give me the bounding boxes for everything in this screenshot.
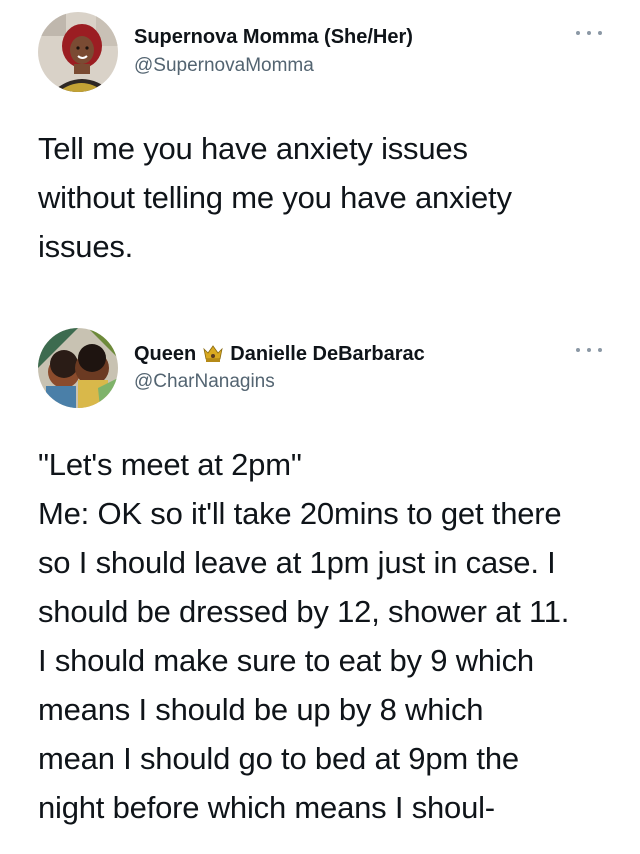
crown-emoji-icon: [202, 342, 224, 364]
avatar-image: [38, 12, 118, 92]
tweet-text-line: mean I should go to bed at 9pm the: [38, 741, 519, 776]
tweet-text-line: "Let's meet at 2pm": [38, 447, 302, 482]
handle[interactable]: @CharNanagins: [134, 370, 275, 394]
display-name-part2: Danielle DeBarbarac: [230, 343, 425, 365]
tweet-1: Supernova Momma (She/Her) @SupernovaMomm…: [0, 0, 640, 300]
tweet-text-line: so I should leave at 1pm just in case. I: [38, 545, 556, 580]
tweet-text-line: I should make sure to eat by 9 which: [38, 643, 534, 678]
avatar-supernova-momma[interactable]: [38, 12, 118, 92]
display-name[interactable]: Supernova Momma (She/Her): [134, 25, 413, 49]
display-name-part1: Queen: [134, 343, 197, 365]
avatar-charnanagins[interactable]: [38, 328, 118, 408]
display-name[interactable]: Queen Danielle DeBarbarac: [134, 342, 425, 366]
tweet-2: Queen Danielle DeBarbarac @CharNanagins "…: [0, 318, 640, 854]
tweet-text-line: means I should be up by 8 which: [38, 692, 484, 727]
tweet-text-line: issues.: [38, 229, 134, 264]
tweet-text-line: should be dressed by 12, shower at 11.: [38, 594, 570, 629]
avatar-image: [38, 328, 118, 408]
tweet-text-line: Me: OK so it'll take 20mins to get there: [38, 496, 562, 531]
tweet-text-line: Tell me you have anxiety issues: [38, 131, 468, 166]
tweet-text: Tell me you have anxiety issues without …: [38, 124, 618, 271]
tweet-text-line: night before which means I shoul-: [38, 790, 495, 825]
handle[interactable]: @SupernovaMomma: [134, 54, 314, 78]
more-options-icon[interactable]: [576, 345, 602, 355]
tweet-text: "Let's meet at 2pm" Me: OK so it'll take…: [38, 440, 628, 832]
tweet-text-line: without telling me you have anxiety: [38, 180, 512, 215]
more-options-icon[interactable]: [576, 28, 602, 38]
